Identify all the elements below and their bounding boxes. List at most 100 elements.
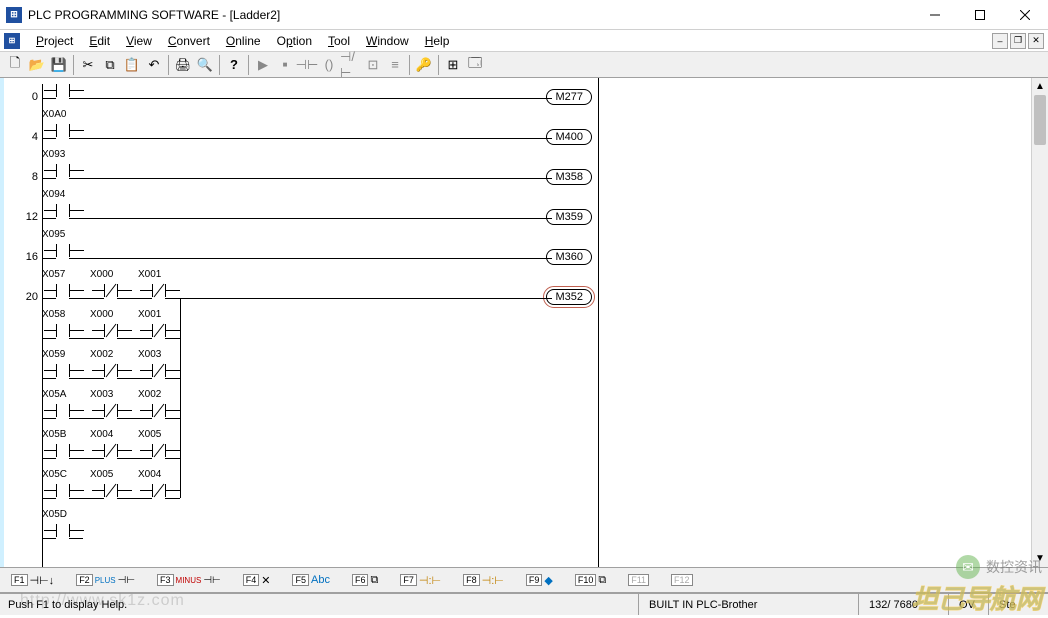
ladder-coil[interactable]: M358 xyxy=(546,169,592,185)
contact-label: X059 xyxy=(42,349,65,360)
open-icon[interactable]: 📂 xyxy=(26,54,48,76)
menu-online[interactable]: Online xyxy=(218,32,269,50)
menu-edit[interactable]: Edit xyxy=(81,32,118,50)
coil-icon[interactable]: () xyxy=(318,54,340,76)
contact-label: X004 xyxy=(90,429,113,440)
contact-label: X096 xyxy=(42,78,65,80)
contact-label: X001 xyxy=(138,309,161,320)
scroll-thumb[interactable] xyxy=(1034,95,1046,145)
contact-label: X058 xyxy=(42,309,65,320)
scroll-down-icon[interactable]: ▼ xyxy=(1032,550,1048,567)
ladder-editor[interactable]: 0X096M2774X0A0M4008X093M35812X094M35916X… xyxy=(4,78,599,567)
ladder-coil[interactable]: M352 xyxy=(546,289,592,305)
ladder-wire xyxy=(69,538,83,539)
f2-button[interactable]: F2PLUS⊣⊢ xyxy=(71,571,140,589)
contact-label: X000 xyxy=(90,309,113,320)
menu-view[interactable]: View xyxy=(118,32,160,50)
contact-label: X002 xyxy=(90,349,113,360)
key-icon[interactable]: 🔑 xyxy=(413,54,435,76)
status-mode: Ste xyxy=(988,594,1048,615)
undo-icon[interactable]: ↶ xyxy=(143,54,165,76)
new-icon[interactable]: 🗋 xyxy=(4,54,26,76)
contact-label: X004 xyxy=(138,469,161,480)
f10-button[interactable]: F10⧉ xyxy=(570,571,611,590)
minimize-button[interactable] xyxy=(912,0,957,29)
f5-button[interactable]: F5Abc xyxy=(287,571,334,589)
f8-button[interactable]: F8⊣:⊢ xyxy=(458,571,509,590)
contact-label: X094 xyxy=(42,189,65,200)
monitor-icon[interactable]: ⊞ xyxy=(442,54,464,76)
contact-label: X093 xyxy=(42,149,65,160)
scroll-up-icon[interactable]: ▲ xyxy=(1032,78,1048,95)
contact-label: X05C xyxy=(42,469,67,480)
mdi-restore-button[interactable]: ❐ xyxy=(1010,33,1026,49)
ladder-wire xyxy=(69,98,552,99)
contact-label: X001 xyxy=(138,269,161,280)
mdi-minimize-button[interactable]: – xyxy=(992,33,1008,49)
status-help-text: Push F1 to display Help. xyxy=(0,599,638,611)
step-number: 12 xyxy=(4,211,38,223)
app-menu-icon[interactable]: ⊞ xyxy=(4,33,20,49)
status-device: BUILT IN PLC-Brother xyxy=(638,594,858,615)
copy-icon[interactable]: ⧉ xyxy=(99,54,121,76)
step-number: 20 xyxy=(4,291,38,303)
ladder-wire xyxy=(180,298,181,498)
contact-label: X095 xyxy=(42,229,65,240)
ladder-wire xyxy=(165,458,180,459)
print-preview-icon[interactable]: 🔍 xyxy=(194,54,216,76)
f6-button[interactable]: F6⧉ xyxy=(347,571,383,590)
help-icon[interactable]: ? xyxy=(223,54,245,76)
window-controls xyxy=(912,0,1048,29)
f4-button[interactable]: F4✕ xyxy=(238,571,276,590)
menu-convert[interactable]: Convert xyxy=(160,32,218,50)
ladder-coil[interactable]: M277 xyxy=(546,89,592,105)
vertical-scrollbar[interactable]: ▲ ▼ xyxy=(1031,78,1048,567)
menu-tool[interactable]: Tool xyxy=(320,32,358,50)
f12-button[interactable]: F12 xyxy=(666,571,698,589)
save-icon[interactable]: 💾 xyxy=(48,54,70,76)
menu-project[interactable]: Project xyxy=(28,32,81,50)
function-key-bar: F1⊣⊢↓ F2PLUS⊣⊢ F3MINUS⊣⊢ F4✕ F5Abc F6⧉ F… xyxy=(0,567,1048,593)
device-icon[interactable]: 🗔 xyxy=(464,54,486,76)
stop-icon[interactable]: ■ xyxy=(274,54,296,76)
menu-option[interactable]: Option xyxy=(269,32,320,50)
ladder-coil[interactable]: M359 xyxy=(546,209,592,225)
ladder-coil[interactable]: M360 xyxy=(546,249,592,265)
step-number: 0 xyxy=(4,91,38,103)
ladder-wire xyxy=(165,418,180,419)
print-icon[interactable]: 🖨 xyxy=(172,54,194,76)
app-icon: ⊞ xyxy=(6,7,22,23)
f11-button[interactable]: F11 xyxy=(623,571,654,589)
f3-button[interactable]: F3MINUS⊣⊢ xyxy=(152,571,226,589)
output-icon[interactable]: ⊡ xyxy=(362,54,384,76)
f9-button[interactable]: F9◆ xyxy=(521,571,558,590)
mdi-close-button[interactable]: ✕ xyxy=(1028,33,1044,49)
maximize-button[interactable] xyxy=(957,0,1002,29)
contact-label: X005 xyxy=(90,469,113,480)
cut-icon[interactable]: ✂ xyxy=(77,54,99,76)
contact-label: X000 xyxy=(90,269,113,280)
status-bar: Push F1 to display Help. BUILT IN PLC-Br… xyxy=(0,593,1048,615)
ladder-coil[interactable]: M400 xyxy=(546,129,592,145)
ladder-wire xyxy=(165,298,552,299)
nc-contact-icon[interactable]: ⊣/⊢ xyxy=(340,54,362,76)
ladder-wire xyxy=(165,498,180,499)
f1-button[interactable]: F1⊣⊢↓ xyxy=(6,571,59,590)
workspace: 0X096M2774X0A0M4008X093M35812X094M35916X… xyxy=(0,78,1048,567)
ladder-wire xyxy=(69,218,552,219)
list-icon[interactable]: ≡ xyxy=(384,54,406,76)
scroll-track[interactable] xyxy=(1032,95,1048,550)
menu-window[interactable]: Window xyxy=(358,32,417,50)
status-position: 132/ 7680 xyxy=(858,594,948,615)
main-toolbar: 🗋 📂 💾 ✂ ⧉ 📋 ↶ 🖨 🔍 ? ▶ ■ ⊣⊢ () ⊣/⊢ ⊡ ≡ 🔑 … xyxy=(0,52,1048,78)
f7-button[interactable]: F7⊣:⊢ xyxy=(395,571,446,590)
contact-icon[interactable]: ⊣⊢ xyxy=(296,54,318,76)
contact-label: X002 xyxy=(138,389,161,400)
menu-bar: ⊞ Project Edit View Convert Online Optio… xyxy=(0,30,1048,52)
menu-help[interactable]: Help xyxy=(417,32,458,50)
close-button[interactable] xyxy=(1002,0,1048,29)
contact-label: X05B xyxy=(42,429,66,440)
paste-icon[interactable]: 📋 xyxy=(121,54,143,76)
run-icon[interactable]: ▶ xyxy=(252,54,274,76)
contact-label: X05A xyxy=(42,389,66,400)
